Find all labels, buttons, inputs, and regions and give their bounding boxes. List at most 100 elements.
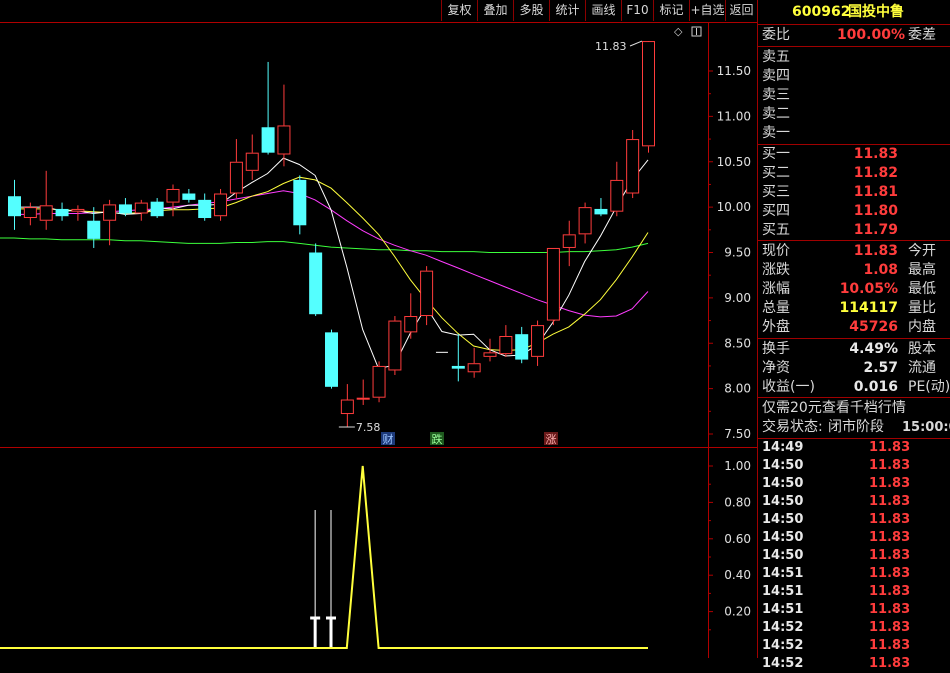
candle <box>55 202 69 221</box>
tick-row: 14:50 11.83 <box>762 511 950 529</box>
candle-body <box>71 208 85 212</box>
tick-time: 14:51 <box>762 602 804 617</box>
candle-body <box>610 179 624 212</box>
tick-price: 11.83 <box>869 494 911 509</box>
tick-row: 14:50 11.83 <box>762 457 950 475</box>
wei-bi-value: 100.00% <box>836 27 905 43</box>
candle-body <box>277 125 291 155</box>
candle <box>546 247 560 326</box>
ask-level-row: 卖一 <box>762 124 950 143</box>
tick-price: 11.83 <box>869 512 911 527</box>
candle-body <box>642 41 655 147</box>
trade-status-label: 交易状态: <box>762 419 823 435</box>
candle-body <box>340 399 354 415</box>
quote-row: 换手 4.49% 股本 <box>762 340 950 359</box>
candle <box>309 243 323 317</box>
stock-header: 600962 国投中鲁 <box>762 3 950 22</box>
bid-level-label: 买四 <box>762 203 790 219</box>
tick-price: 11.83 <box>869 566 911 581</box>
candle-body <box>55 208 69 217</box>
tick-price: 11.83 <box>869 458 911 473</box>
candle <box>499 325 513 357</box>
tick-price: 11.83 <box>869 440 911 455</box>
tick-row: 14:51 11.83 <box>762 601 950 619</box>
y-tick-label: 1.00 <box>724 459 751 473</box>
candle-body <box>229 161 243 194</box>
candle <box>578 202 592 244</box>
event-marker-label: 跌 <box>432 432 443 446</box>
y-tick-label: 8.00 <box>724 382 751 396</box>
quote-label: 外盘 <box>762 319 790 335</box>
candle <box>277 84 291 167</box>
ask-level-label: 卖五 <box>762 49 790 65</box>
candle-body <box>166 188 180 203</box>
ask-level-label: 卖二 <box>762 106 790 122</box>
divider <box>758 397 950 398</box>
candle <box>8 179 21 230</box>
candle-body <box>182 193 196 200</box>
quote-label: 收益(一) <box>762 379 815 395</box>
quote-label-2: 今开 <box>908 243 936 259</box>
divider <box>758 240 950 241</box>
quote-label-2: 最低 <box>908 281 936 297</box>
tick-time: 14:50 <box>762 458 804 473</box>
candle <box>626 129 640 199</box>
high-annotation-arrow <box>629 40 643 47</box>
promo-link[interactable]: 仅需20元查看千档行情 <box>762 399 950 418</box>
ask-level-row: 卖三 <box>762 86 950 105</box>
candle-body <box>245 152 259 171</box>
stock-code: 600962 <box>792 4 851 20</box>
candle <box>39 170 53 230</box>
candle <box>340 384 354 427</box>
y-tick-label: 0.80 <box>724 495 751 509</box>
quote-label: 净资 <box>762 360 790 376</box>
y-tick-label: 0.60 <box>724 532 751 546</box>
tick-time: 14:52 <box>762 638 804 653</box>
quote-label: 涨跌 <box>762 262 790 278</box>
divider <box>758 24 950 25</box>
tick-row: 14:51 11.83 <box>762 565 950 583</box>
candle <box>562 220 576 267</box>
quote-value: 10.05% <box>839 281 898 297</box>
bid-level-label: 买一 <box>762 146 790 162</box>
y-tick-label: 11.50 <box>717 64 751 78</box>
candle <box>404 293 418 339</box>
quote-value: 45726 <box>849 319 898 335</box>
candle-body <box>420 270 434 317</box>
bid-level-label: 买五 <box>762 222 790 238</box>
tick-price: 11.83 <box>869 476 911 491</box>
candle <box>214 188 228 221</box>
candle <box>103 199 117 246</box>
candle-body <box>483 352 497 357</box>
candle <box>356 379 370 405</box>
candle-body <box>118 204 132 214</box>
y-tick-label: 9.50 <box>724 246 751 260</box>
quote-value: 114117 <box>839 300 898 316</box>
candle <box>293 175 307 235</box>
candle <box>372 361 386 403</box>
candle <box>23 202 37 226</box>
stock-name: 国投中鲁 <box>848 4 904 20</box>
candle-body <box>594 208 608 215</box>
bid-level-label: 买二 <box>762 165 790 181</box>
quote-label: 换手 <box>762 341 790 357</box>
tick-row: 14:52 11.83 <box>762 637 950 655</box>
quote-value: 11.83 <box>853 243 898 259</box>
candle <box>388 316 402 376</box>
candle <box>229 139 243 199</box>
quote-row: 净资 2.57 流通 <box>762 359 950 378</box>
bid-level-price: 11.80 <box>853 203 898 219</box>
candle <box>610 161 624 217</box>
tick-price: 11.83 <box>869 602 911 617</box>
candle-body <box>150 201 164 217</box>
candle-body <box>356 397 370 400</box>
candle-body <box>23 207 37 219</box>
quote-row: 总量 114117 量比 <box>762 299 950 318</box>
ask-level-row: 卖二 <box>762 105 950 124</box>
candle <box>642 41 655 153</box>
candle <box>150 198 164 219</box>
y-tick-label: 0.20 <box>724 605 751 619</box>
chart-area[interactable]: ◇ 11.50 11.00 10.50 10.00 9.50 9.00 8.50 8.00 7.5… <box>0 0 757 658</box>
divider <box>758 46 950 47</box>
quote-row: 涨跌 1.08 最高 <box>762 261 950 280</box>
